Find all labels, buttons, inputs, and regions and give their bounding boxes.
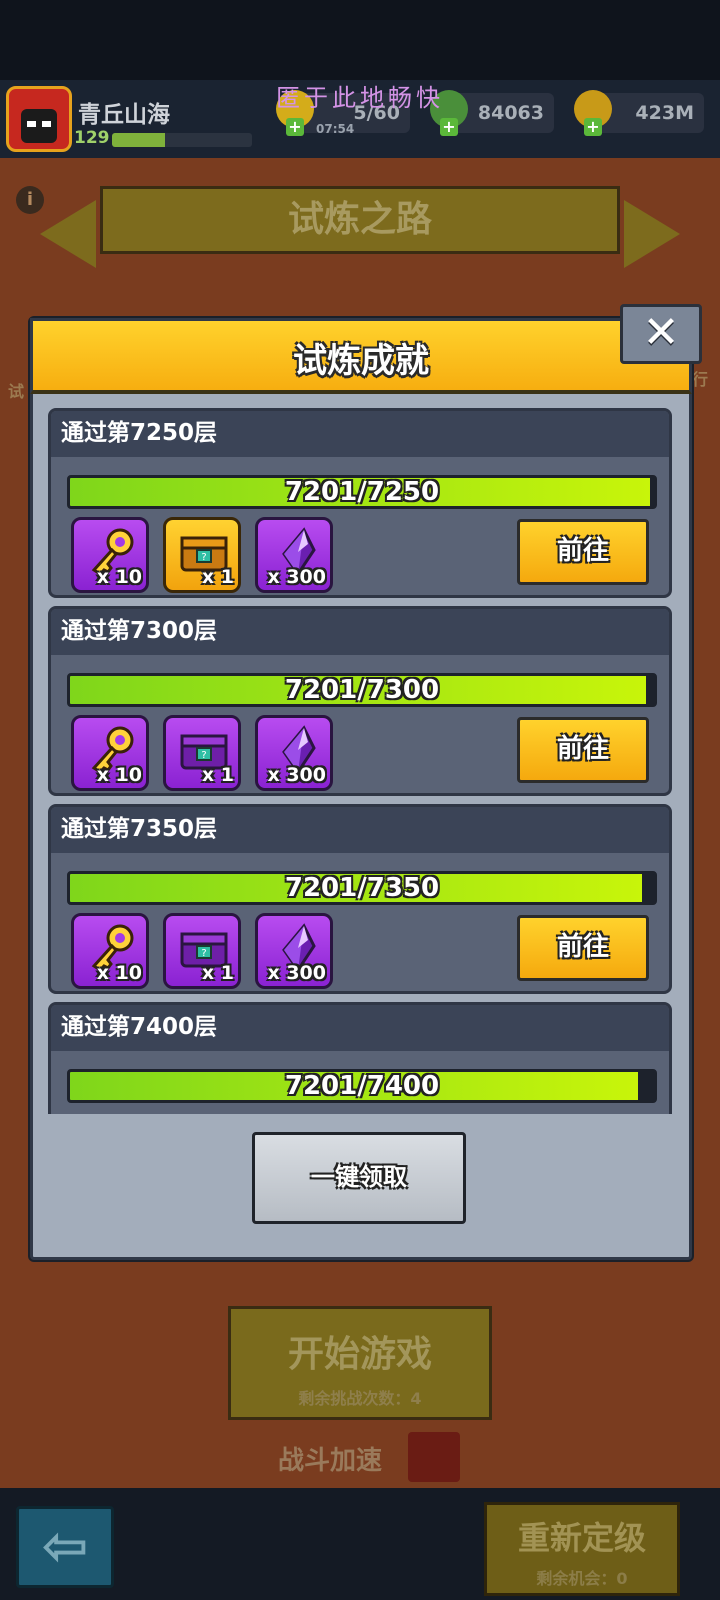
xp-bar bbox=[112, 133, 252, 147]
relevel-chances: 剩余机会：0 bbox=[536, 1569, 628, 1588]
back-arrow-icon[interactable]: ⇦ bbox=[16, 1506, 114, 1588]
close-button[interactable]: ✕ bbox=[620, 304, 702, 364]
stamina-timer: 07:54 bbox=[316, 122, 355, 136]
reward-count: x 10 bbox=[96, 962, 142, 984]
achievement-card: 通过第7250层 7201/7250 x 10 ? x 1 x 300 前往 bbox=[48, 408, 672, 598]
status-bar bbox=[0, 0, 720, 80]
achievement-list[interactable]: 通过第7250层 7201/7250 x 10 ? x 1 x 300 前往 通… bbox=[44, 408, 674, 1114]
modal-title: 试炼成就 bbox=[293, 341, 429, 381]
achievement-progress-bar: 7201/7250 bbox=[67, 475, 657, 509]
reward-count: x 300 bbox=[267, 566, 326, 588]
svg-text:?: ? bbox=[201, 750, 206, 761]
go-button[interactable]: 前往 bbox=[517, 915, 649, 981]
reward-crystal[interactable]: x 300 bbox=[255, 517, 333, 593]
add-gems-button[interactable]: + bbox=[440, 118, 458, 136]
achievement-card: 通过第7300层 7201/7300 x 10 ? x 1 x 300 前往 bbox=[48, 606, 672, 796]
side-tab-right[interactable]: 行 bbox=[692, 366, 708, 390]
relevel-label: 重新定级 bbox=[517, 1519, 646, 1557]
start-game-label: 开始游戏 bbox=[287, 1334, 432, 1375]
achievement-title: 通过第7400层 bbox=[51, 1005, 669, 1051]
achievement-title: 通过第7300层 bbox=[51, 609, 669, 655]
reward-count: x 10 bbox=[96, 566, 142, 588]
achievement-progress-bar: 7201/7400 bbox=[67, 1069, 657, 1103]
reward-chest[interactable]: ? x 1 bbox=[163, 517, 241, 593]
side-tab-left[interactable]: 试 bbox=[8, 378, 24, 402]
progress-text: 7201/7250 bbox=[284, 477, 440, 507]
achievement-progress-bar: 7201/7350 bbox=[67, 871, 657, 905]
battle-speed-toggle[interactable] bbox=[408, 1432, 460, 1482]
claim-all-button[interactable]: 一键领取 bbox=[252, 1132, 466, 1224]
reward-count: x 1 bbox=[201, 764, 234, 786]
battle-speed-label: 战斗加速 bbox=[278, 1446, 383, 1476]
achievement-title: 通过第7250层 bbox=[51, 411, 669, 457]
reward-count: x 1 bbox=[201, 962, 234, 984]
page-title: 试炼之路 bbox=[100, 186, 620, 254]
player-level: 129 bbox=[74, 128, 110, 148]
progress-text: 7201/7400 bbox=[284, 1071, 440, 1101]
reward-key[interactable]: x 10 bbox=[71, 517, 149, 593]
reward-chest[interactable]: ? x 1 bbox=[163, 913, 241, 989]
xp-bar-fill bbox=[112, 133, 166, 147]
reward-count: x 10 bbox=[96, 764, 142, 786]
go-button[interactable]: 前往 bbox=[517, 519, 649, 585]
achievement-title: 通过第7350层 bbox=[51, 807, 669, 853]
reward-key[interactable]: x 10 bbox=[71, 715, 149, 791]
reward-count: x 300 bbox=[267, 962, 326, 984]
reward-key[interactable]: x 10 bbox=[71, 913, 149, 989]
reward-count: x 1 bbox=[201, 566, 234, 588]
reward-count: x 300 bbox=[267, 764, 326, 786]
achievement-progress-bar: 7201/7300 bbox=[67, 673, 657, 707]
progress-text: 7201/7350 bbox=[284, 873, 440, 903]
add-stamina-button[interactable]: + bbox=[286, 118, 304, 136]
banner-right-arrow-icon bbox=[624, 200, 680, 268]
reward-crystal[interactable]: x 300 bbox=[255, 715, 333, 791]
progress-text: 7201/7300 bbox=[284, 675, 440, 705]
go-button[interactable]: 前往 bbox=[517, 717, 649, 783]
modal-header: 试炼成就 bbox=[30, 318, 692, 394]
avatar-face-icon bbox=[21, 109, 57, 143]
achievement-card: 通过第7350层 7201/7350 x 10 ? x 1 x 300 前往 bbox=[48, 804, 672, 994]
relevel-button[interactable]: 重新定级 剩余机会：0 bbox=[484, 1502, 680, 1596]
start-game-button[interactable]: 开始游戏 剩余挑战次数：4 bbox=[228, 1306, 492, 1420]
svg-text:?: ? bbox=[201, 552, 206, 563]
banner-left-arrow-icon bbox=[40, 200, 96, 268]
reward-chest[interactable]: ? x 1 bbox=[163, 715, 241, 791]
svg-text:?: ? bbox=[201, 948, 206, 959]
watermark-text: 匿于此地畅快 bbox=[276, 84, 444, 112]
add-gold-button[interactable]: + bbox=[584, 118, 602, 136]
challenges-remaining: 剩余挑战次数：4 bbox=[298, 1389, 422, 1408]
reward-crystal[interactable]: x 300 bbox=[255, 913, 333, 989]
achievement-card: 通过第7400层 7201/7400 bbox=[48, 1002, 672, 1114]
